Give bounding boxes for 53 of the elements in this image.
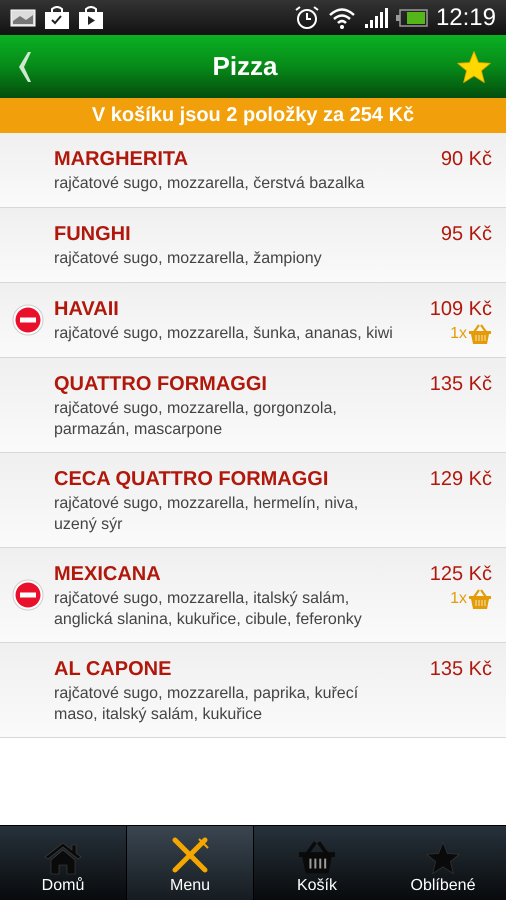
item-price: 135 Kč bbox=[430, 657, 492, 682]
menu-item[interactable]: QUATTRO FORMAGGI rajčatové sugo, mozzarella, gorgonzola, parmazán, mascarpone 135 Kč bbox=[0, 358, 506, 453]
battery-icon bbox=[396, 8, 428, 28]
menu-item[interactable]: CECA QUATTRO FORMAGGI rajčatové sugo, mozzarella, hermelín, niva, uzený sýr 129 Kč bbox=[0, 453, 506, 548]
item-price: 129 Kč bbox=[430, 467, 492, 492]
item-description: rajčatové sugo, mozzarella, gorgonzola, parmazán, mascarpone bbox=[54, 399, 338, 440]
nav-tab[interactable]: Menu bbox=[126, 826, 254, 900]
item-name: MEXICANA bbox=[54, 562, 162, 587]
status-time: 12:19 bbox=[436, 4, 496, 32]
item-name: HAVAII bbox=[54, 297, 120, 322]
signal-icon bbox=[364, 6, 388, 28]
item-description: rajčatové sugo, mozzarella, šunka, ananas, kiwi bbox=[54, 324, 394, 344]
star-icon[interactable] bbox=[456, 50, 492, 84]
menu-item[interactable]: MARGHERITA rajčatové sugo, mozzarella, čerstvá bazalka 90 Kč bbox=[0, 133, 506, 208]
nav-tab[interactable]: Oblíbené bbox=[380, 826, 506, 900]
item-price: 95 Kč bbox=[440, 222, 492, 247]
item-description: rajčatové sugo, mozzarella, hermelín, niva, uzený sýr bbox=[54, 494, 360, 535]
basket-icon bbox=[468, 323, 492, 345]
item-quantity: 1x bbox=[450, 325, 467, 343]
nav-tab[interactable]: Košík bbox=[254, 826, 380, 900]
remove-icon[interactable] bbox=[12, 579, 44, 611]
item-price: 90 Kč bbox=[440, 147, 492, 172]
wifi-icon bbox=[328, 6, 356, 30]
menu-item[interactable]: FUNGHI rajčatové sugo, mozzarella, žampiony 95 Kč bbox=[0, 208, 506, 283]
image-icon bbox=[10, 8, 36, 26]
item-quantity: 1x bbox=[450, 590, 467, 608]
remove-icon[interactable] bbox=[12, 304, 44, 336]
menu-item[interactable]: MEXICANA rajčatové sugo, mozzarella, italský salám, anglická slanina, kukuřice, cibule, feferonky 125 Kč 1x bbox=[0, 548, 506, 643]
basket-icon bbox=[297, 839, 337, 875]
item-price: 125 Kč bbox=[430, 562, 492, 587]
nav-tab[interactable]: Domů bbox=[0, 826, 126, 900]
home-icon bbox=[43, 841, 83, 875]
alarm-icon bbox=[294, 4, 320, 30]
play-store-icon bbox=[78, 6, 104, 30]
item-name: MARGHERITA bbox=[54, 147, 190, 172]
menu-item[interactable]: AL CAPONE rajčatové sugo, mozzarella, paprika, kuřecí maso, italský salám, kukuřice 135 Kč bbox=[0, 643, 506, 738]
item-name: CECA QUATTRO FORMAGGI bbox=[54, 467, 330, 492]
item-description: rajčatové sugo, mozzarella, paprika, kuřecí maso, italský salám, kukuřice bbox=[54, 684, 360, 725]
item-description: rajčatové sugo, mozzarella, čerstvá bazalka bbox=[54, 174, 366, 194]
cart-summary-banner: V košíku jsou 2 položky za 254 Kč bbox=[0, 98, 506, 133]
item-name: FUNGHI bbox=[54, 222, 132, 247]
item-name: QUATTRO FORMAGGI bbox=[54, 372, 268, 397]
item-price: 135 Kč bbox=[430, 372, 492, 397]
item-price: 109 Kč bbox=[430, 297, 492, 322]
item-description: rajčatové sugo, mozzarella, italský salám, anglická slanina, kukuřice, cibule, feferonky bbox=[54, 589, 363, 630]
menu-item[interactable]: HAVAII rajčatové sugo, mozzarella, šunka, ananas, kiwi 109 Kč 1x bbox=[0, 283, 506, 358]
item-description: rajčatové sugo, mozzarella, žampiony bbox=[54, 249, 323, 269]
page-title: Pizza bbox=[211, 51, 279, 82]
item-name: AL CAPONE bbox=[54, 657, 172, 682]
basket-icon bbox=[468, 588, 492, 610]
star-icon bbox=[425, 841, 461, 875]
cutlery-icon bbox=[170, 837, 210, 875]
shopping-bag-icon bbox=[44, 6, 70, 30]
